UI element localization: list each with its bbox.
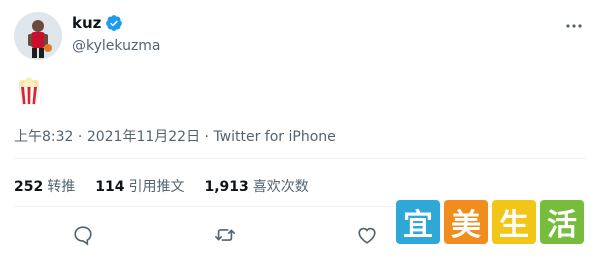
quote-tweets-label: 引用推文 (128, 179, 185, 195)
author-handle[interactable]: @kylekuzma (72, 38, 161, 54)
divider (14, 158, 586, 159)
retweets-stat[interactable]: 252 转推 (14, 176, 75, 196)
tweet-time[interactable]: 上午8:32 (14, 129, 73, 145)
likes-label: 喜欢次数 (252, 179, 309, 195)
author-display-name[interactable]: kuz (72, 14, 101, 32)
tweet-date[interactable]: 2021年11月22日 (87, 129, 200, 145)
tweet-source[interactable]: Twitter for iPhone (213, 129, 335, 145)
likes-count: 1,913 (204, 179, 249, 195)
like-heart-icon[interactable] (356, 224, 378, 246)
watermark-char: 美 (444, 200, 488, 244)
author-name-row[interactable]: kuz (72, 14, 123, 32)
meta-separator: · (73, 129, 87, 145)
retweet-icon[interactable] (214, 224, 236, 246)
verified-badge-icon (105, 14, 123, 32)
watermark-char: 活 (540, 200, 584, 244)
quote-tweets-stat[interactable]: 114 引用推文 (95, 176, 184, 196)
watermark: 宜 美 生 活 (396, 200, 584, 244)
meta-separator: · (200, 129, 214, 145)
quote-tweets-count: 114 (95, 179, 125, 195)
reply-icon[interactable] (72, 224, 94, 246)
likes-stat[interactable]: 1,913 喜欢次数 (204, 176, 308, 196)
avatar[interactable] (14, 12, 62, 60)
tweet-stats: 252 转推 114 引用推文 1,913 喜欢次数 (14, 176, 309, 196)
tweet-meta: 上午8:32 · 2021年11月22日 · Twitter for iPhon… (14, 126, 336, 146)
retweets-count: 252 (14, 179, 44, 195)
tweet-card: kuz @kylekuzma 上午8:32 · 2021年11月22日 · Tw… (0, 0, 600, 258)
more-options-icon[interactable] (564, 16, 584, 36)
watermark-char: 宜 (396, 200, 440, 244)
watermark-char: 生 (492, 200, 536, 244)
retweets-label: 转推 (47, 179, 76, 195)
popcorn-emoji-icon (14, 76, 44, 106)
